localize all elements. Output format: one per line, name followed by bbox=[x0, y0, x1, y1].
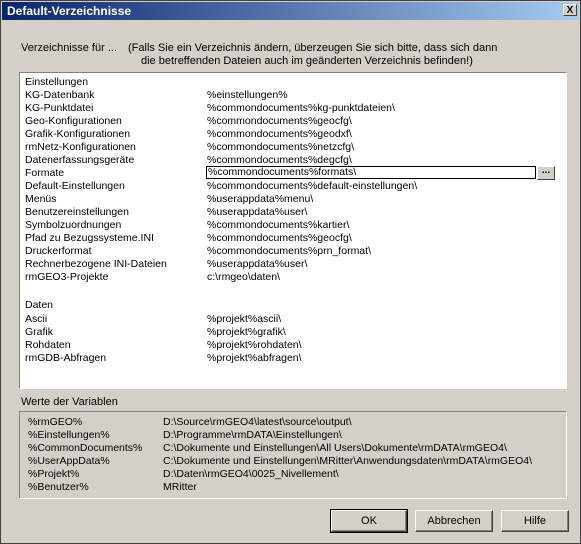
window-title: Default-Verzeichnisse bbox=[7, 4, 132, 18]
path-edit-field[interactable]: %commondocuments%formats\ bbox=[206, 166, 536, 179]
directories-list[interactable]: Einstellungen KG-Datenbank %einstellungen… bbox=[19, 72, 567, 389]
default-directories-dialog: Default-Verzeichnisse X Verzeichnisse fü… bbox=[0, 0, 581, 544]
variables-list[interactable]: %rmGEO% D:\Source\rmGEO4\latest\source\ou… bbox=[19, 411, 567, 499]
help-button[interactable]: Hilfe bbox=[501, 510, 569, 532]
title-bar[interactable]: Default-Verzeichnisse X bbox=[2, 2, 579, 20]
ok-button[interactable]: OK bbox=[330, 509, 408, 533]
close-button[interactable]: X bbox=[563, 4, 577, 16]
cancel-button[interactable]: Abbrechen bbox=[415, 510, 493, 532]
browse-button[interactable]: ... bbox=[537, 166, 555, 180]
header-note-line1: (Falls Sie ein Verzeichnis ändern, überz… bbox=[128, 42, 498, 54]
header-note-line2: die betreffenden Dateien auch im geänder… bbox=[141, 55, 473, 67]
variables-label: Werte der Variablen bbox=[21, 396, 118, 408]
directories-for-label: Verzeichnisse für ... bbox=[21, 42, 117, 54]
